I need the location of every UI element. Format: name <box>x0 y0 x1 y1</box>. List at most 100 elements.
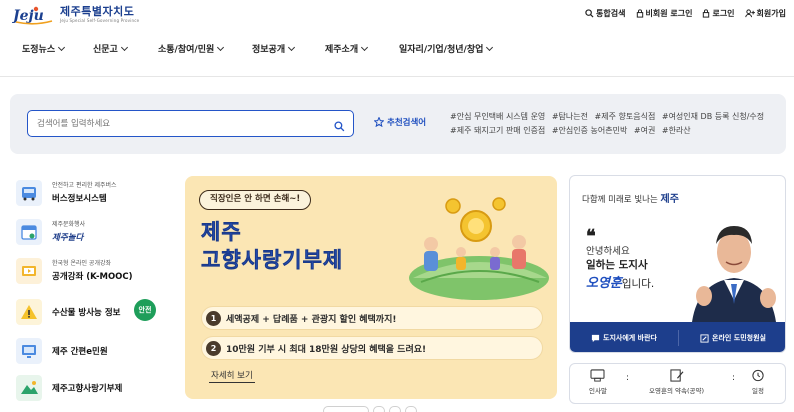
keyword-tag[interactable]: #한라산 <box>662 126 691 135</box>
quick-item-eminwon[interactable]: 제주 간편e민원 <box>14 338 174 374</box>
chevron-down-icon <box>361 43 369 52</box>
quick-item-title: 제주고향사랑기부제 <box>52 384 123 394</box>
keyword-tag[interactable]: #제주 돼지고기 판매 인증점 <box>450 126 545 135</box>
quick-item-title: 제주놀다 <box>52 233 84 243</box>
site-logo[interactable]: Jeju 제주특별자치도 Jeju Special Self-Governing… <box>12 4 139 26</box>
signup-link[interactable]: 회원가입 <box>744 8 786 19</box>
quick-item-hometown[interactable]: 제주고향사랑기부제 <box>14 375 174 411</box>
button-label: 도지사에게 바란다 <box>603 334 657 342</box>
link-separator: : <box>626 373 630 383</box>
monitor-icon <box>16 338 42 364</box>
schedule-icon <box>752 369 764 382</box>
link-label: 오영훈의 약속(공약) <box>649 387 704 395</box>
search-icon <box>334 121 345 132</box>
quick-item-radiation[interactable]: 수산물 방사능 정보 안전 <box>14 299 174 337</box>
nav-item-info[interactable]: 정보공개 <box>252 42 296 55</box>
integrated-search-link[interactable]: 통합검색 <box>585 8 626 19</box>
recommended-keywords-label: 추천검색어 <box>374 116 426 128</box>
keyword-tag[interactable]: #여권 <box>634 126 655 135</box>
quick-item-title: 수산물 방사능 정보 <box>52 308 121 318</box>
quick-item-caption: 안전하고 편리한 제주버스 <box>52 182 117 189</box>
chevron-down-icon <box>120 43 128 52</box>
guest-login-link[interactable]: 비회원 로그인 <box>636 8 693 19</box>
nav-item-jobs[interactable]: 일자리/기업/청년/창업 <box>399 42 494 55</box>
search-icon <box>585 9 594 18</box>
rec-label-text: 추천검색어 <box>387 118 427 128</box>
schedule-link[interactable]: 일정 <box>751 369 765 395</box>
main-nav: 도정뉴스 신문고 소통/참여/민원 정보공개 제주소개 일자리/기업/청년/창업 <box>0 38 794 60</box>
chevron-down-icon <box>486 43 494 52</box>
nav-item-participation[interactable]: 소통/참여/민원 <box>158 42 225 55</box>
pager-dot[interactable] <box>405 406 417 412</box>
util-label: 회원가입 <box>756 9 786 18</box>
banner-title-line1: 제주 <box>201 220 242 245</box>
quick-item-culture[interactable]: 제주문화행사 제주놀다 <box>14 219 174 255</box>
util-label: 비회원 로그인 <box>645 9 693 18</box>
governor-panel: 다함께 미래로 빛나는 제주 ❝ 안녕하세요 일하는 도지사 오영훈입니다. 도… <box>569 175 786 353</box>
search-submit-button[interactable] <box>334 117 345 136</box>
util-label: 로그인 <box>712 9 735 18</box>
hometown-donation-banner[interactable]: 직장인은 안 하면 손해~! 제주 고향사랑기부제 1 세액공제 + 답례품 +… <box>185 176 557 399</box>
nav-item-about[interactable]: 제주소개 <box>325 42 369 55</box>
pager-control[interactable] <box>323 406 369 412</box>
pager-dot[interactable] <box>373 406 385 412</box>
hometown-icon <box>16 375 42 401</box>
link-label: 인사말 <box>589 387 607 395</box>
benefit-text: 10만원 기부 시 최대 18만원 상당의 혜택을 드려요! <box>226 345 427 355</box>
utility-links: 통합검색 비회원 로그인 로그인 회원가입 <box>585 8 786 19</box>
recommended-tags: #안심 무인택배 시스템 운영 #탐나는전 #제주 향토음식점 #여성인재 DB… <box>450 110 780 138</box>
governor-action-bar: 도지사에게 바란다 온라인 도민청원실 <box>570 322 785 352</box>
governor-slogan: 다함께 미래로 빛나는 제주 <box>582 190 679 205</box>
benefit-text: 세액공제 + 답례품 + 관광지 할인 혜택까지! <box>226 315 397 325</box>
greeting-suffix: 입니다. <box>621 278 655 290</box>
quick-item-caption: 한국형 온라인 공개강좌 <box>52 260 112 267</box>
slogan-text: 다함께 미래로 빛나는 <box>582 195 658 205</box>
governor-photo <box>692 226 776 322</box>
bus-icon <box>16 180 42 206</box>
link-label: 일정 <box>752 387 764 395</box>
logo-text: 제주특별자치도 Jeju Special Self-Governing Prov… <box>60 6 139 24</box>
benefit-number: 1 <box>206 311 221 326</box>
keyword-tag[interactable]: #안심인증 농어촌민박 <box>552 126 628 135</box>
search-panel: 추천검색어 #안심 무인택배 시스템 운영 #탐나는전 #제주 향토음식점 #여… <box>10 94 786 154</box>
nav-divider <box>0 76 794 77</box>
quick-item-bus[interactable]: 안전하고 편리한 제주버스 버스정보시스템 <box>14 180 174 216</box>
greeting-line: 안녕하세요 <box>586 246 630 257</box>
pager-dot[interactable] <box>389 406 401 412</box>
link-separator: : <box>732 373 736 383</box>
util-label: 통합검색 <box>596 9 626 18</box>
safe-badge: 안전 <box>134 299 156 321</box>
greeting-link[interactable]: 인사말 <box>589 369 607 395</box>
quick-item-title: 공개강좌 (K-MOOC) <box>52 272 133 282</box>
chat-icon <box>591 334 600 342</box>
jeju-logo-mark: Jeju <box>12 4 56 26</box>
chevron-down-icon <box>58 43 66 52</box>
online-petition-button[interactable]: 온라인 도민청원실 <box>679 322 785 352</box>
search-input[interactable] <box>37 116 327 131</box>
keyword-tag[interactable]: #탐나는전 <box>552 112 588 121</box>
search-box <box>27 110 354 137</box>
greeting-icon <box>590 369 605 382</box>
banner-benefit-row: 1 세액공제 + 답례품 + 관광지 할인 혜택까지! <box>201 306 543 330</box>
banner-pill: 직장인은 안 하면 손해~! <box>199 190 312 210</box>
button-label: 온라인 도민청원실 <box>712 334 766 342</box>
lecture-icon <box>16 258 42 284</box>
quick-item-kmooc[interactable]: 한국형 온라인 공개강좌 공개강좌 (K-MOOC) <box>14 258 174 294</box>
banner-more-link[interactable]: 자세히 보기 <box>209 369 255 383</box>
keyword-tag[interactable]: #제주 향토음식점 <box>595 112 656 121</box>
login-link[interactable]: 로그인 <box>702 8 735 19</box>
chevron-down-icon <box>288 43 296 52</box>
banner-title-line2: 고향사랑기부제 <box>201 248 344 273</box>
nav-label: 소통/참여/민원 <box>158 45 215 55</box>
nav-label: 정보공개 <box>252 45 286 55</box>
nav-item-petition[interactable]: 신문고 <box>93 42 128 55</box>
user-add-icon <box>744 9 755 18</box>
pledge-icon <box>670 369 684 382</box>
quick-item-title: 버스정보시스템 <box>52 194 107 204</box>
keyword-tag[interactable]: #안심 무인택배 시스템 운영 <box>450 112 545 121</box>
keyword-tag[interactable]: #여성인재 DB 등록 신청/수정 <box>662 112 764 121</box>
nav-label: 신문고 <box>93 45 118 55</box>
pledge-link[interactable]: 오영훈의 약속(공약) <box>649 369 704 395</box>
nav-item-news[interactable]: 도정뉴스 <box>22 42 66 55</box>
message-to-governor-button[interactable]: 도지사에게 바란다 <box>570 322 678 352</box>
